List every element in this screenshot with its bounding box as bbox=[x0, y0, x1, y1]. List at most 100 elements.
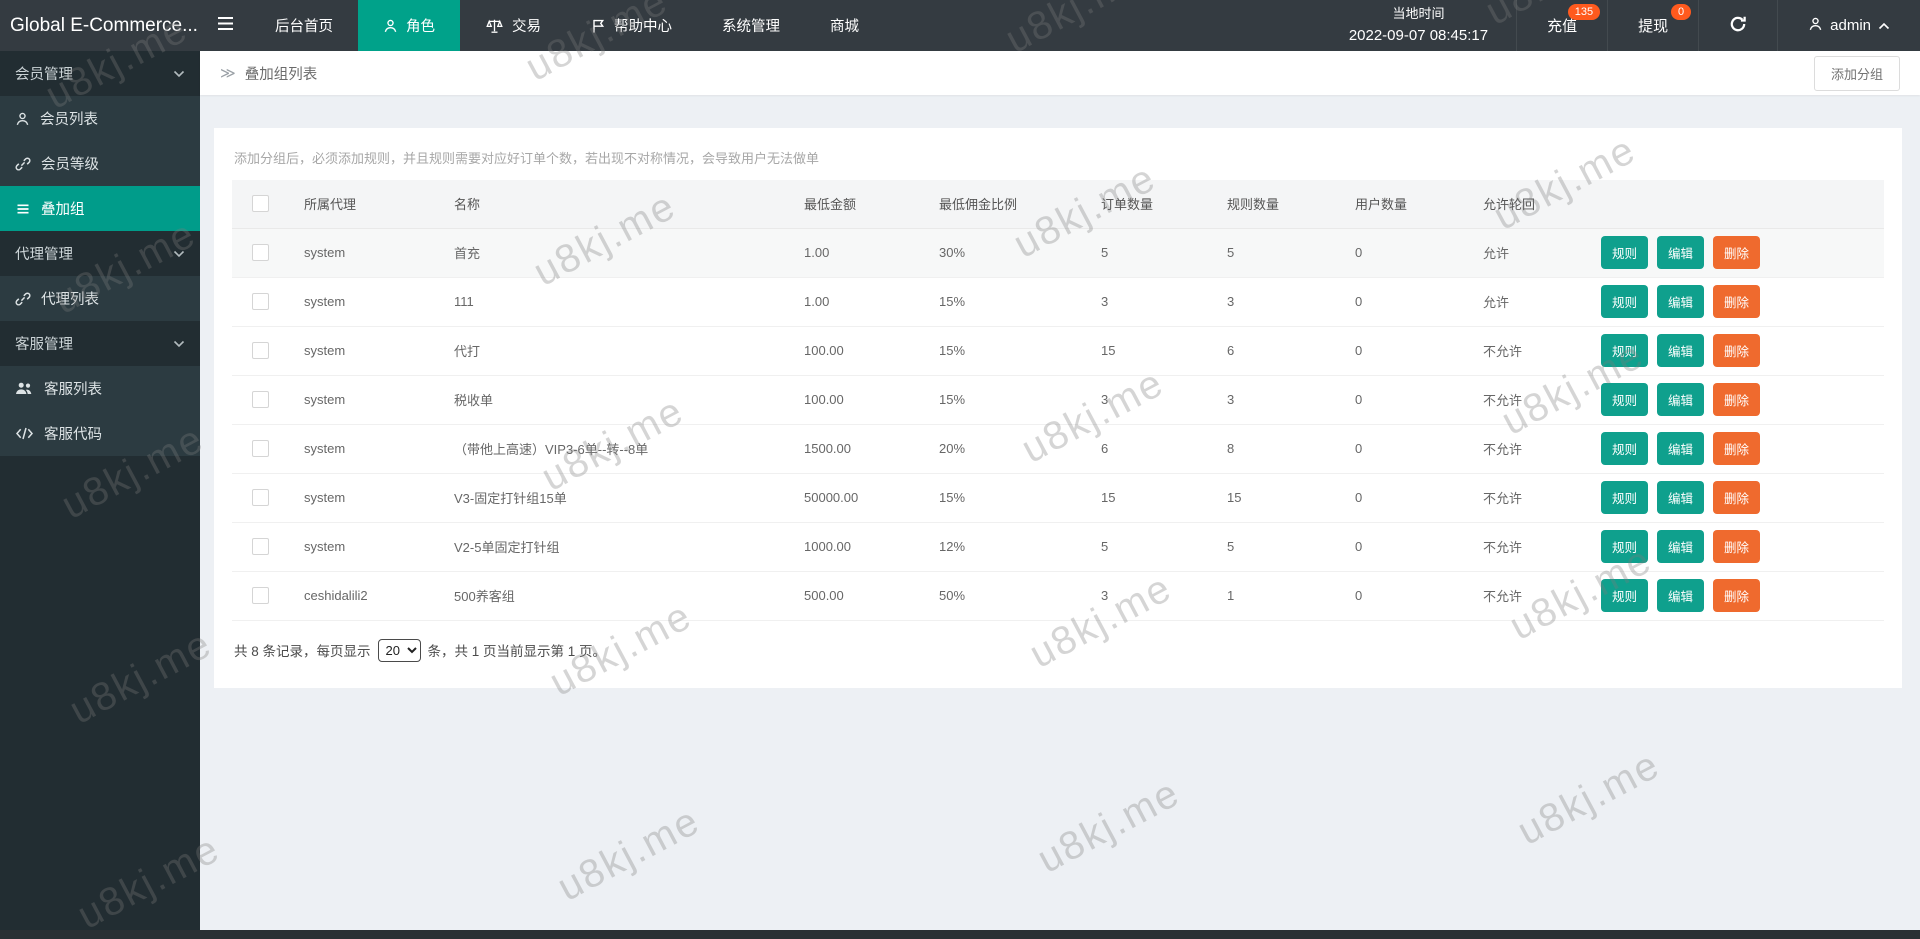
delete-button[interactable]: 删除 bbox=[1713, 285, 1760, 318]
refresh-button[interactable] bbox=[1698, 0, 1777, 51]
edit-button[interactable]: 编辑 bbox=[1657, 481, 1704, 514]
withdraw-menu-item[interactable]: 提现 0 bbox=[1607, 0, 1698, 51]
column-header-actions bbox=[1585, 180, 1884, 228]
table-row: ceshidalili2500养客组500.0050%310不允许规则编辑删除 bbox=[232, 571, 1884, 620]
cell-name: 111 bbox=[438, 277, 788, 326]
rule-button[interactable]: 规则 bbox=[1601, 432, 1648, 465]
cell-users: 0 bbox=[1339, 375, 1467, 424]
column-header-orders: 订单数量 bbox=[1085, 180, 1211, 228]
edit-button[interactable]: 编辑 bbox=[1657, 285, 1704, 318]
rule-button[interactable]: 规则 bbox=[1601, 236, 1648, 269]
sidebar-item-0[interactable]: 会员管理 bbox=[0, 51, 200, 96]
nav-item-3[interactable]: 帮助中心 bbox=[566, 0, 697, 51]
local-time: 当地时间 2022-09-07 08:45:17 bbox=[1321, 0, 1516, 51]
cell-min_commission: 30% bbox=[923, 228, 1085, 277]
cell-orders: 3 bbox=[1085, 277, 1211, 326]
row-checkbox[interactable] bbox=[252, 587, 269, 604]
edit-button[interactable]: 编辑 bbox=[1657, 236, 1704, 269]
sidebar-item-7[interactable]: 客服列表 bbox=[0, 366, 200, 411]
breadcrumb-icon: ≫ bbox=[220, 64, 236, 82]
row-checkbox[interactable] bbox=[252, 538, 269, 555]
cell-orders: 6 bbox=[1085, 424, 1211, 473]
page-size-select[interactable]: 20 bbox=[378, 639, 421, 662]
delete-button[interactable]: 删除 bbox=[1713, 334, 1760, 367]
column-header-min-commission: 最低佣金比例 bbox=[923, 180, 1085, 228]
cell-actions: 规则编辑删除 bbox=[1585, 424, 1884, 473]
nav-item-1[interactable]: 角色 bbox=[358, 0, 460, 51]
sidebar-item-2[interactable]: 会员等级 bbox=[0, 141, 200, 186]
cell-name: V3-固定打针组15单 bbox=[438, 473, 788, 522]
sidebar-item-1[interactable]: 会员列表 bbox=[0, 96, 200, 141]
list-panel: 添加分组后，必须添加规则，并且规则需要对应好订单个数，若出现不对称情况，会导致用… bbox=[214, 128, 1902, 688]
table-row: system代打100.0015%1560不允许规则编辑删除 bbox=[232, 326, 1884, 375]
edit-button[interactable]: 编辑 bbox=[1657, 334, 1704, 367]
row-checkbox[interactable] bbox=[252, 391, 269, 408]
delete-button[interactable]: 删除 bbox=[1713, 481, 1760, 514]
cell-min_amount: 1.00 bbox=[788, 277, 923, 326]
row-checkbox[interactable] bbox=[252, 244, 269, 261]
rule-button[interactable]: 规则 bbox=[1601, 579, 1648, 612]
nav-item-4[interactable]: 系统管理 bbox=[697, 0, 805, 51]
row-checkbox[interactable] bbox=[252, 440, 269, 457]
chevron-down-icon bbox=[173, 70, 185, 78]
nav-item-label: 系统管理 bbox=[722, 15, 780, 36]
delete-button[interactable]: 删除 bbox=[1713, 579, 1760, 612]
user-icon bbox=[383, 18, 398, 34]
delete-button[interactable]: 删除 bbox=[1713, 383, 1760, 416]
topbar: Global E-Commerce... 后台首页角色交易帮助中心系统管理商城 … bbox=[0, 0, 1920, 51]
sidebar-item-4[interactable]: 代理管理 bbox=[0, 231, 200, 276]
row-checkbox[interactable] bbox=[252, 342, 269, 359]
delete-button[interactable]: 删除 bbox=[1713, 432, 1760, 465]
row-checkbox[interactable] bbox=[252, 489, 269, 506]
nav-item-5[interactable]: 商城 bbox=[805, 0, 884, 51]
edit-button[interactable]: 编辑 bbox=[1657, 579, 1704, 612]
cell-min_commission: 15% bbox=[923, 326, 1085, 375]
sidebar-item-label: 代理列表 bbox=[41, 288, 99, 309]
cell-rules: 6 bbox=[1211, 326, 1339, 375]
cell-loop: 不允许 bbox=[1467, 326, 1585, 375]
edit-button[interactable]: 编辑 bbox=[1657, 383, 1704, 416]
chevron-down-icon bbox=[173, 340, 185, 348]
rule-button[interactable]: 规则 bbox=[1601, 285, 1648, 318]
scales-icon bbox=[485, 18, 504, 34]
delete-button[interactable]: 删除 bbox=[1713, 236, 1760, 269]
edit-button[interactable]: 编辑 bbox=[1657, 530, 1704, 563]
edit-button[interactable]: 编辑 bbox=[1657, 432, 1704, 465]
cell-agent: ceshidalili2 bbox=[288, 571, 438, 620]
table-row: system1111.0015%330允许规则编辑删除 bbox=[232, 277, 1884, 326]
delete-button[interactable]: 删除 bbox=[1713, 530, 1760, 563]
pagination-suffix: 条，共 1 页当前显示第 1 页。 bbox=[428, 640, 607, 660]
breadcrumb: ≫ 叠加组列表 bbox=[220, 63, 317, 84]
sidebar-item-3[interactable]: 叠加组 bbox=[0, 186, 200, 231]
cell-loop: 不允许 bbox=[1467, 375, 1585, 424]
rule-button[interactable]: 规则 bbox=[1601, 481, 1648, 514]
nav-item-0[interactable]: 后台首页 bbox=[250, 0, 358, 51]
row-checkbox[interactable] bbox=[252, 293, 269, 310]
table-header-row: 所属代理 名称 最低金额 最低佣金比例 订单数量 规则数量 用户数量 允许轮回 bbox=[232, 180, 1884, 228]
cell-name: 500养客组 bbox=[438, 571, 788, 620]
cell-min_amount: 100.00 bbox=[788, 375, 923, 424]
user-menu[interactable]: admin bbox=[1777, 0, 1920, 51]
cell-loop: 允许 bbox=[1467, 277, 1585, 326]
cell-agent: system bbox=[288, 326, 438, 375]
sidebar-item-5[interactable]: 代理列表 bbox=[0, 276, 200, 321]
nav-item-2[interactable]: 交易 bbox=[460, 0, 566, 51]
nav-item-label: 商城 bbox=[830, 15, 859, 36]
cell-agent: system bbox=[288, 473, 438, 522]
sidebar-toggle-button[interactable] bbox=[200, 0, 250, 51]
recharge-menu-item[interactable]: 充值 135 bbox=[1516, 0, 1607, 51]
cell-rules: 15 bbox=[1211, 473, 1339, 522]
rule-button[interactable]: 规则 bbox=[1601, 530, 1648, 563]
select-all-checkbox[interactable] bbox=[252, 195, 269, 212]
sidebar-item-8[interactable]: 客服代码 bbox=[0, 411, 200, 456]
horizontal-scrollbar[interactable] bbox=[0, 930, 1920, 939]
nav-item-label: 角色 bbox=[406, 15, 435, 36]
cell-rules: 8 bbox=[1211, 424, 1339, 473]
add-group-button[interactable]: 添加分组 bbox=[1814, 56, 1900, 91]
sidebar-item-label: 代理管理 bbox=[15, 243, 73, 264]
rule-button[interactable]: 规则 bbox=[1601, 334, 1648, 367]
cell-min_amount: 1000.00 bbox=[788, 522, 923, 571]
rule-button[interactable]: 规则 bbox=[1601, 383, 1648, 416]
app-shell: 会员管理会员列表会员等级叠加组代理管理代理列表客服管理客服列表客服代码 ≫ 叠加… bbox=[0, 51, 1920, 939]
sidebar-item-6[interactable]: 客服管理 bbox=[0, 321, 200, 366]
